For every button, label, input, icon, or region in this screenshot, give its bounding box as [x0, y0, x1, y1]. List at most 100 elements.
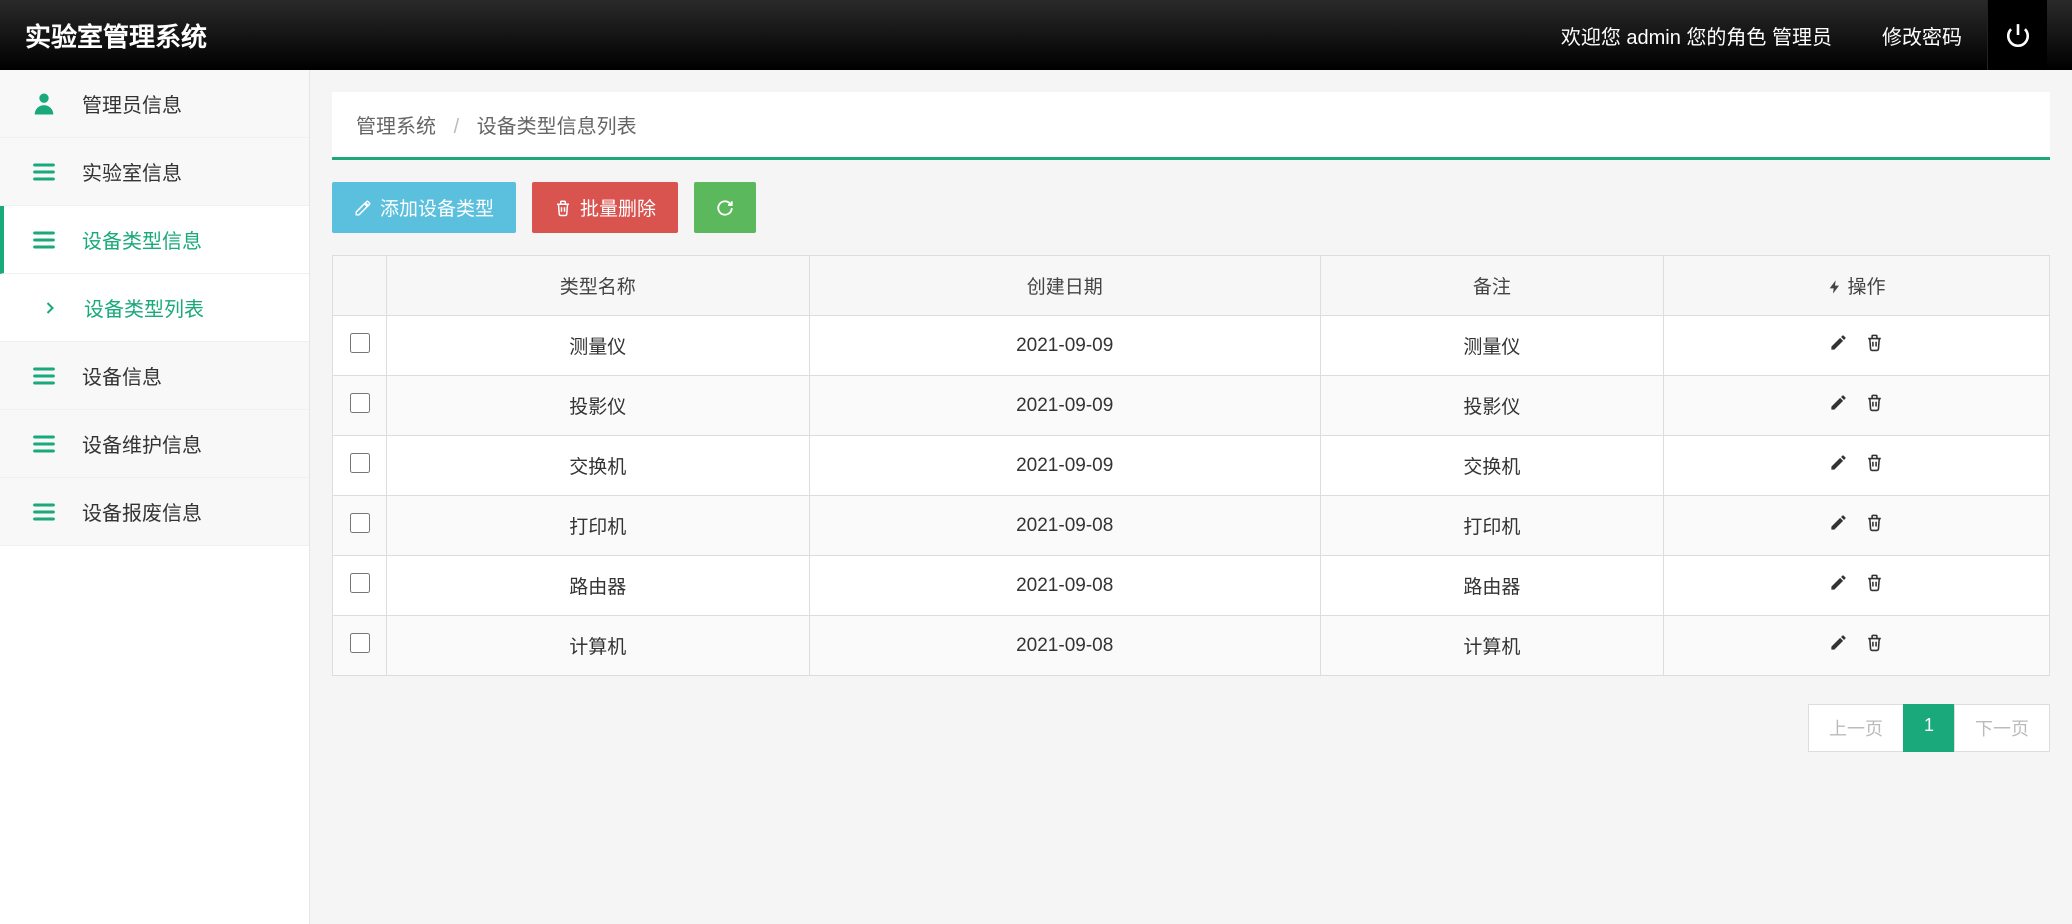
table-row: 路由器 2021-09-08 路由器 [333, 556, 2050, 616]
refresh-button[interactable] [694, 182, 756, 233]
cell-checkbox [333, 496, 387, 556]
cell-date: 2021-09-08 [809, 616, 1320, 676]
sidebar-item-label: 设备类型信息 [82, 225, 202, 254]
row-checkbox[interactable] [350, 393, 370, 413]
row-checkbox[interactable] [350, 633, 370, 653]
add-button[interactable]: 添加设备类型 [332, 182, 516, 233]
logout-button[interactable] [1987, 0, 2047, 70]
table-header-row: 类型名称 创建日期 备注 操作 [333, 256, 2050, 316]
trash-icon [554, 199, 572, 217]
sidebar-item-label: 设备维护信息 [82, 429, 202, 458]
edit-icon[interactable] [1829, 333, 1848, 352]
main-content: 管理系统 / 设备类型信息列表 添加设备类型 批量删除 类型名称 创 [310, 70, 2072, 924]
table-row: 测量仪 2021-09-09 测量仪 [333, 316, 2050, 376]
edit-icon[interactable] [1829, 393, 1848, 412]
user-icon [30, 90, 58, 118]
sidebar-item-label: 设备类型列表 [84, 293, 204, 322]
cell-ops [1663, 496, 2049, 556]
sidebar-item-label: 管理员信息 [82, 89, 182, 118]
cell-date: 2021-09-09 [809, 316, 1320, 376]
cell-date: 2021-09-09 [809, 436, 1320, 496]
bars-icon [30, 226, 58, 254]
edit-icon[interactable] [1829, 573, 1848, 592]
row-checkbox[interactable] [350, 573, 370, 593]
crumb-separator: / [442, 116, 472, 138]
cell-ops [1663, 376, 2049, 436]
sidebar-item[interactable]: 设备报废信息 [0, 478, 309, 546]
cell-checkbox [333, 376, 387, 436]
crumb-root[interactable]: 管理系统 [356, 116, 436, 138]
edit-icon[interactable] [1829, 513, 1848, 532]
delete-icon[interactable] [1865, 633, 1884, 652]
bars-icon [30, 430, 58, 458]
batch-delete-button[interactable]: 批量删除 [532, 182, 678, 233]
batch-delete-label: 批量删除 [580, 194, 656, 221]
sidebar-item[interactable]: 设备类型信息 [0, 206, 309, 274]
cell-ops [1663, 556, 2049, 616]
cell-date: 2021-09-08 [809, 556, 1320, 616]
col-name: 类型名称 [387, 256, 810, 316]
bolt-icon [1827, 279, 1843, 295]
edit-icon[interactable] [1829, 453, 1848, 472]
table-row: 投影仪 2021-09-09 投影仪 [333, 376, 2050, 436]
cell-remark: 交换机 [1320, 436, 1663, 496]
sidebar-item[interactable]: 设备维护信息 [0, 410, 309, 478]
sidebar-item-label: 实验室信息 [82, 157, 182, 186]
data-table: 类型名称 创建日期 备注 操作 测量仪 2021-09-09 测量仪 投影仪 2… [332, 255, 2050, 676]
edit-icon [354, 199, 372, 217]
sidebar-item[interactable]: 实验室信息 [0, 138, 309, 206]
cell-name: 打印机 [387, 496, 810, 556]
table-row: 打印机 2021-09-08 打印机 [333, 496, 2050, 556]
row-checkbox[interactable] [350, 453, 370, 473]
row-checkbox[interactable] [350, 513, 370, 533]
add-button-label: 添加设备类型 [380, 194, 494, 221]
crumb-leaf: 设备类型信息列表 [477, 116, 637, 138]
cell-name: 测量仪 [387, 316, 810, 376]
delete-icon[interactable] [1865, 333, 1884, 352]
delete-icon[interactable] [1865, 513, 1884, 532]
topbar: 实验室管理系统 欢迎您 admin 您的角色 管理员 修改密码 [0, 0, 2072, 70]
cell-checkbox [333, 436, 387, 496]
delete-icon[interactable] [1865, 453, 1884, 472]
col-remark: 备注 [1320, 256, 1663, 316]
cell-checkbox [333, 556, 387, 616]
col-ops: 操作 [1663, 256, 2049, 316]
cell-name: 路由器 [387, 556, 810, 616]
cell-remark: 计算机 [1320, 616, 1663, 676]
sidebar-subitem[interactable]: 设备类型列表 [0, 274, 309, 342]
bars-icon [30, 158, 58, 186]
refresh-icon [716, 199, 734, 217]
cell-ops [1663, 616, 2049, 676]
sidebar-item-label: 设备报废信息 [82, 497, 202, 526]
delete-icon[interactable] [1865, 573, 1884, 592]
app-title: 实验室管理系统 [25, 17, 207, 54]
sidebar: 管理员信息实验室信息设备类型信息设备类型列表设备信息设备维护信息设备报废信息 [0, 70, 310, 924]
cell-name: 交换机 [387, 436, 810, 496]
edit-icon[interactable] [1829, 633, 1848, 652]
cell-date: 2021-09-09 [809, 376, 1320, 436]
cell-remark: 打印机 [1320, 496, 1663, 556]
pagination: 上一页 1 下一页 [332, 704, 2050, 752]
bars-icon [30, 362, 58, 390]
row-checkbox[interactable] [350, 333, 370, 353]
toolbar: 添加设备类型 批量删除 [332, 182, 2050, 233]
change-password-link[interactable]: 修改密码 [1857, 21, 1987, 50]
bars-icon [30, 498, 58, 526]
cell-checkbox [333, 316, 387, 376]
cell-name: 计算机 [387, 616, 810, 676]
col-date: 创建日期 [809, 256, 1320, 316]
power-icon [2005, 22, 2031, 48]
pager-page-1[interactable]: 1 [1903, 704, 1955, 752]
cell-remark: 测量仪 [1320, 316, 1663, 376]
col-checkbox [333, 256, 387, 316]
pager-next[interactable]: 下一页 [1954, 704, 2050, 752]
cell-checkbox [333, 616, 387, 676]
delete-icon[interactable] [1865, 393, 1884, 412]
cell-name: 投影仪 [387, 376, 810, 436]
sidebar-item[interactable]: 设备信息 [0, 342, 309, 410]
welcome-text: 欢迎您 admin 您的角色 管理员 [1536, 21, 1857, 50]
pager-prev[interactable]: 上一页 [1808, 704, 1904, 752]
cell-remark: 投影仪 [1320, 376, 1663, 436]
sidebar-item[interactable]: 管理员信息 [0, 70, 309, 138]
table-row: 交换机 2021-09-09 交换机 [333, 436, 2050, 496]
